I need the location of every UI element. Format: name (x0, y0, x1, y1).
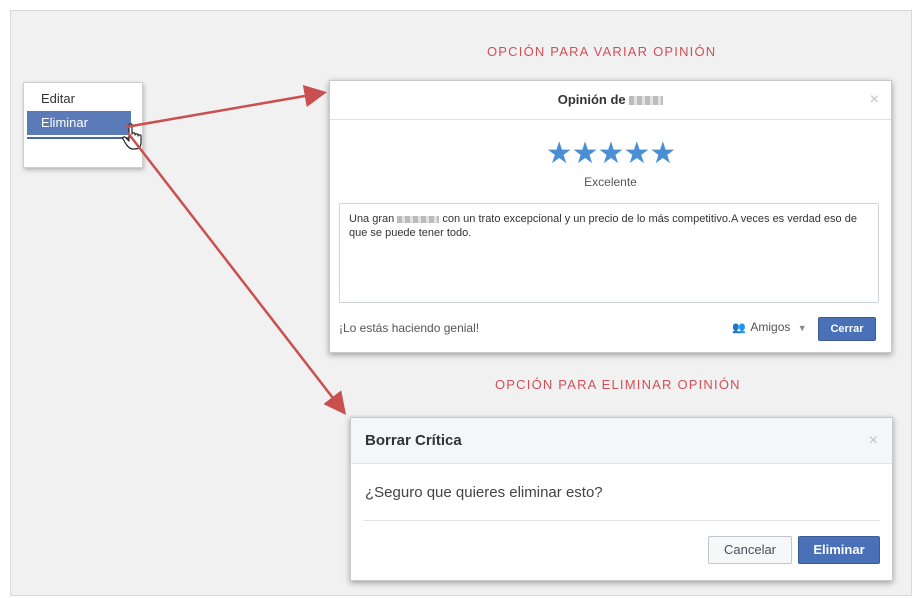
delete-dialog-title: Borrar Crítica (351, 418, 892, 464)
redacted-word (397, 215, 440, 223)
close-icon[interactable]: × (869, 432, 878, 450)
delete-dialog: Borrar Crítica × ¿Seguro que quieres eli… (350, 417, 893, 581)
audience-label: Amigos (750, 320, 791, 334)
close-icon[interactable]: × (870, 91, 879, 109)
arrow-to-delete-dialog (127, 132, 347, 415)
redacted-name (629, 96, 664, 106)
review-dialog-header: Opinión de (330, 81, 891, 120)
star-rating[interactable]: ★★★★★ (330, 136, 891, 171)
review-dialog: Opinión de × ★★★★★ Excelente Una gran co… (329, 80, 892, 353)
friends-icon: 👥 (732, 322, 746, 334)
rating-label: Excelente (584, 175, 637, 189)
encouragement-text: ¡Lo estás haciendo genial! (339, 321, 480, 335)
confirm-question: ¿Seguro que quieres eliminar esto? (365, 484, 603, 501)
divider (363, 520, 880, 521)
audience-selector[interactable]: 👥 Amigos ▼ (732, 320, 807, 334)
confirm-delete-button[interactable]: Eliminar (798, 536, 880, 564)
chevron-down-icon: ▼ (797, 323, 807, 333)
cancel-button[interactable]: Cancelar (708, 536, 792, 564)
review-dialog-title: Opinión de (557, 92, 626, 107)
review-text-start: Una gran (349, 213, 395, 225)
close-button[interactable]: Cerrar (818, 317, 876, 341)
review-textarea[interactable]: Una gran con un trato excepcional y un p… (339, 203, 879, 303)
arrow-to-edit-dialog (125, 84, 327, 129)
